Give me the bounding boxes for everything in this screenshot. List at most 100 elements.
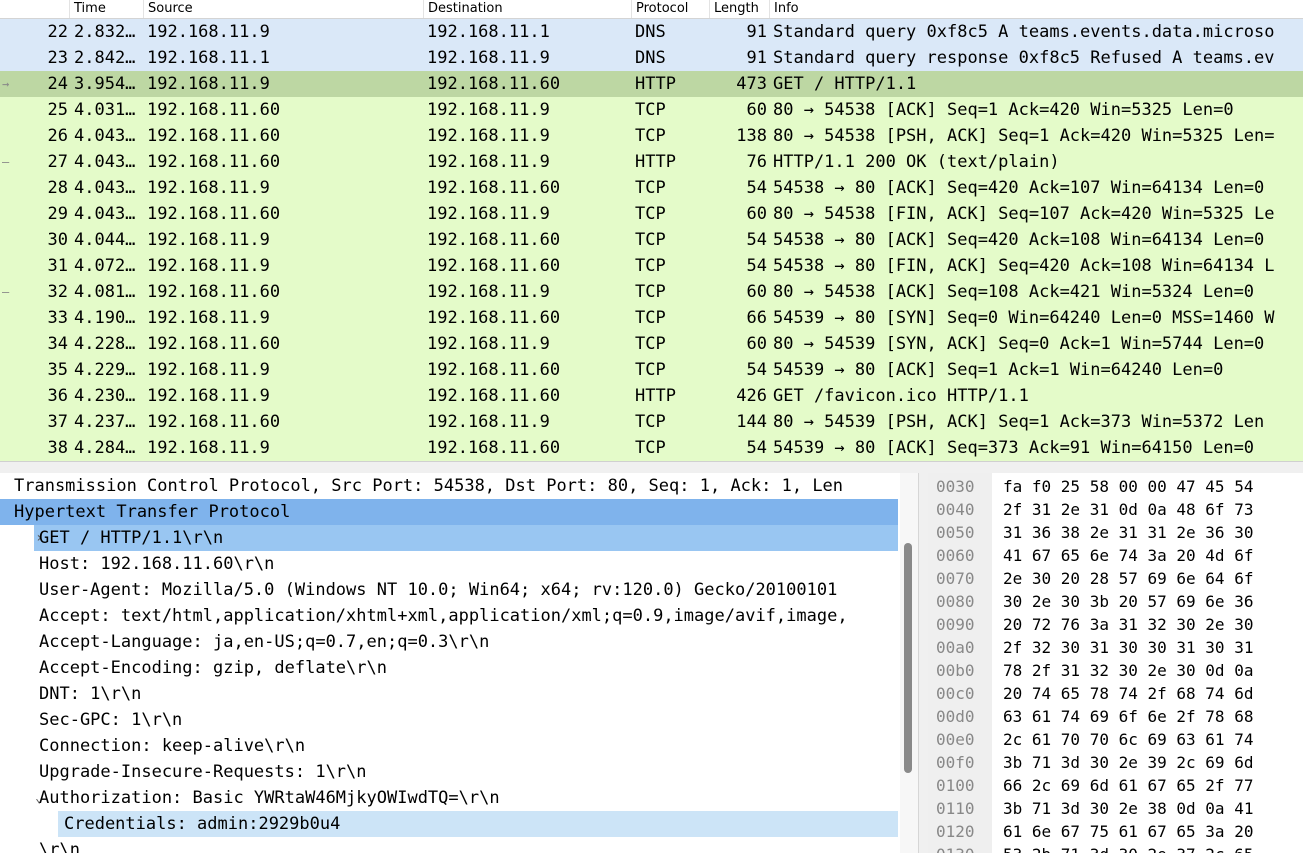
- packet-info: 54539 → 80 [ACK] Seq=1 Ack=1 Win=64240 L…: [773, 360, 1224, 380]
- packet-row[interactable]: 30 4.044… 192.168.11.9 192.168.11.60 TCP 54 54…: [0, 227, 1303, 253]
- detail-tree-item[interactable]: Accept: text/html,application/xhtml+xml,…: [0, 603, 898, 629]
- detail-text: Connection: keep-alive\r\n: [39, 736, 306, 756]
- packet-rows: 22 2.832… 192.168.11.9 192.168.11.1 DNS 91 Sta…: [0, 19, 1303, 461]
- detail-tree-item[interactable]: Sec-GPC: 1\r\n: [0, 707, 898, 733]
- detail-tree-item[interactable]: Connection: keep-alive\r\n: [0, 733, 898, 759]
- bytes-offset: 00f0: [936, 753, 975, 772]
- bytes-row[interactable]: 0090 20 72 76 3a 31 32 30 2e 30: [928, 613, 1303, 636]
- packet-source: 192.168.11.9: [147, 178, 270, 198]
- detail-tree-item[interactable]: ⌄ Authorization: Basic YWRtaW46MjkyOWIwdT…: [0, 785, 898, 811]
- bytes-hex: 30 2e 30 3b 20 57 69 6e 36: [1003, 592, 1254, 611]
- packet-row[interactable]: –32 4.081… 192.168.11.60 192.168.11.9 TCP 60 8…: [0, 279, 1303, 305]
- column-protocol[interactable]: Protocol: [632, 0, 710, 18]
- packet-details-pane[interactable]: Transmission Control Protocol, Src Port:…: [0, 473, 900, 853]
- packet-no: 27: [47, 152, 68, 172]
- bytes-row[interactable]: 0050 31 36 38 2e 31 31 2e 36 30: [928, 521, 1303, 544]
- packet-row[interactable]: 22 2.832… 192.168.11.9 192.168.11.1 DNS 91 Sta…: [0, 19, 1303, 45]
- detail-tree-item[interactable]: Host: 192.168.11.60\r\n: [0, 551, 898, 577]
- column-info[interactable]: Info: [770, 0, 1303, 18]
- packet-protocol: DNS: [635, 22, 666, 42]
- bytes-row[interactable]: 0080 30 2e 30 3b 20 57 69 6e 36: [928, 590, 1303, 613]
- detail-text: Hypertext Transfer Protocol: [14, 502, 291, 522]
- detail-tree-item[interactable]: Accept-Language: ja,en-US;q=0.7,en;q=0.3…: [0, 629, 898, 655]
- bytes-row[interactable]: 0030 fa f0 25 58 00 00 47 45 54: [928, 475, 1303, 498]
- bytes-offset: 0040: [936, 500, 975, 519]
- packet-row[interactable]: 35 4.229… 192.168.11.9 192.168.11.60 TCP 54 54…: [0, 357, 1303, 383]
- packet-source: 192.168.11.60: [147, 412, 281, 432]
- packet-source: 192.168.11.9: [147, 386, 270, 406]
- bytes-row[interactable]: 0100 66 2c 69 6d 61 67 65 2f 77: [928, 774, 1303, 797]
- detail-tree-item[interactable]: Credentials: admin:2929b0u4: [58, 811, 898, 837]
- packet-row[interactable]: 28 4.043… 192.168.11.9 192.168.11.60 TCP 54 54…: [0, 175, 1303, 201]
- detail-tree-item[interactable]: Upgrade-Insecure-Requests: 1\r\n: [0, 759, 898, 785]
- bytes-hex: 53 2b 71 3d 30 2e 37 2c 65: [1003, 843, 1253, 853]
- column-length[interactable]: Length: [710, 0, 770, 18]
- bytes-row[interactable]: 0130 53 2b 71 3d 30 2e 37 2c 65: [928, 843, 1303, 853]
- packet-destination: 192.168.11.60: [427, 178, 561, 198]
- packet-row[interactable]: → 24 3.954… 192.168.11.9 192.168.11.60 HTTP 47…: [0, 71, 1303, 97]
- bytes-row[interactable]: 00c0 20 74 65 78 74 2f 68 74 6d: [928, 682, 1303, 705]
- packet-length: 426: [736, 386, 767, 406]
- column-source[interactable]: Source: [144, 0, 424, 18]
- bytes-row[interactable]: 00d0 63 61 74 69 6f 6e 2f 78 68: [928, 705, 1303, 728]
- bytes-row[interactable]: 00b0 78 2f 31 32 30 2e 30 0d 0a: [928, 659, 1303, 682]
- packet-row[interactable]: 31 4.072… 192.168.11.9 192.168.11.60 TCP 54 54…: [0, 253, 1303, 279]
- bytes-row[interactable]: 0060 41 67 65 6e 74 3a 20 4d 6f: [928, 544, 1303, 567]
- packet-source: 192.168.11.60: [147, 282, 281, 302]
- packet-protocol: TCP: [635, 412, 666, 432]
- packet-row[interactable]: 29 4.043… 192.168.11.60 192.168.11.9 TCP 60 80…: [0, 201, 1303, 227]
- bytes-hex: 3b 71 3d 30 2e 38 0d 0a 41: [1003, 799, 1254, 818]
- bytes-hex: fa f0 25 58 00 00 47 45 54: [1003, 477, 1254, 496]
- bytes-row[interactable]: 00f0 3b 71 3d 30 2e 39 2c 69 6d: [928, 751, 1303, 774]
- bytes-row[interactable]: 00e0 2c 61 70 70 6c 69 63 61 74: [928, 728, 1303, 751]
- detail-tree-item[interactable]: Accept-Encoding: gzip, deflate\r\n: [0, 655, 898, 681]
- bytes-hex: 66 2c 69 6d 61 67 65 2f 77: [1003, 776, 1254, 795]
- bytes-row[interactable]: 0040 2f 31 2e 31 0d 0a 48 6f 73: [928, 498, 1303, 521]
- column-time[interactable]: Time: [70, 0, 144, 18]
- packet-no: 23: [47, 48, 68, 68]
- bytes-row[interactable]: 0070 2e 30 20 28 57 69 6e 64 6f: [928, 567, 1303, 590]
- detail-tree-item[interactable]: \r\n: [0, 837, 898, 853]
- packet-length: 54: [746, 438, 767, 458]
- packet-time: 4.190…: [74, 308, 136, 328]
- packet-time: 4.230…: [74, 386, 136, 406]
- packet-row[interactable]: 23 2.842… 192.168.11.1 192.168.11.9 DNS 91 Sta…: [0, 45, 1303, 71]
- packet-no: 25: [47, 100, 68, 120]
- bytes-row[interactable]: 00a0 2f 32 30 31 30 30 31 30 31: [928, 636, 1303, 659]
- packet-row[interactable]: 37 4.237… 192.168.11.60 192.168.11.9 TCP 144 8…: [0, 409, 1303, 435]
- bytes-offset: 0070: [936, 569, 975, 588]
- packet-source: 192.168.11.9: [147, 230, 270, 250]
- packet-destination: 192.168.11.9: [427, 100, 550, 120]
- packet-info: 54539 → 80 [ACK] Seq=373 Ack=91 Win=6415…: [773, 438, 1255, 458]
- details-scrollbar-thumb[interactable]: [904, 543, 912, 773]
- detail-tree-item[interactable]: › GET / HTTP/1.1\r\n: [34, 525, 898, 551]
- packet-row[interactable]: 38 4.284… 192.168.11.9 192.168.11.60 TCP 54 54…: [0, 435, 1303, 461]
- detail-text: Sec-GPC: 1\r\n: [39, 710, 183, 730]
- bytes-row[interactable]: 0110 3b 71 3d 30 2e 38 0d 0a 41: [928, 797, 1303, 820]
- packet-length: 54: [746, 360, 767, 380]
- column-no[interactable]: o.: [0, 0, 70, 18]
- packet-no: 32: [47, 282, 68, 302]
- bytes-hex: 41 67 65 6e 74 3a 20 4d 6f: [1003, 546, 1254, 565]
- packet-row[interactable]: 26 4.043… 192.168.11.60 192.168.11.9 TCP 138 8…: [0, 123, 1303, 149]
- packet-row[interactable]: 34 4.228… 192.168.11.60 192.168.11.9 TCP 60 80…: [0, 331, 1303, 357]
- bytes-hex: 2c 61 70 70 6c 69 63 61 74: [1003, 730, 1254, 749]
- packet-row[interactable]: 33 4.190… 192.168.11.9 192.168.11.60 TCP 66 54…: [0, 305, 1303, 331]
- detail-tree-item[interactable]: User-Agent: Mozilla/5.0 (Windows NT 10.0…: [0, 577, 898, 603]
- packet-list[interactable]: o. Time Source Destination Protocol Leng…: [0, 0, 1303, 461]
- bytes-row[interactable]: 0120 61 6e 67 75 61 67 65 3a 20: [928, 820, 1303, 843]
- detail-tree-item[interactable]: Hypertext Transfer Protocol: [0, 499, 898, 525]
- detail-tree-item[interactable]: Transmission Control Protocol, Src Port:…: [0, 473, 898, 499]
- packet-source: 192.168.11.9: [147, 360, 270, 380]
- detail-tree-item[interactable]: DNT: 1\r\n: [0, 681, 898, 707]
- packet-no: 26: [47, 126, 68, 146]
- bytes-hex: 20 72 76 3a 31 32 30 2e 30: [1003, 615, 1254, 634]
- packet-row[interactable]: 25 4.031… 192.168.11.60 192.168.11.9 TCP 60 80…: [0, 97, 1303, 123]
- detail-text: Accept-Language: ja,en-US;q=0.7,en;q=0.3…: [39, 632, 490, 652]
- packet-bytes-pane[interactable]: 0030 fa f0 25 58 00 00 47 45 54 0040 2f 31 …: [928, 473, 1303, 853]
- column-destination[interactable]: Destination: [424, 0, 632, 18]
- packet-row[interactable]: –27 4.043… 192.168.11.60 192.168.11.9 HTTP 76…: [0, 149, 1303, 175]
- packet-protocol: TCP: [635, 126, 666, 146]
- packet-no: 35: [47, 360, 68, 380]
- packet-row[interactable]: 36 4.230… 192.168.11.9 192.168.11.60 HTTP 426…: [0, 383, 1303, 409]
